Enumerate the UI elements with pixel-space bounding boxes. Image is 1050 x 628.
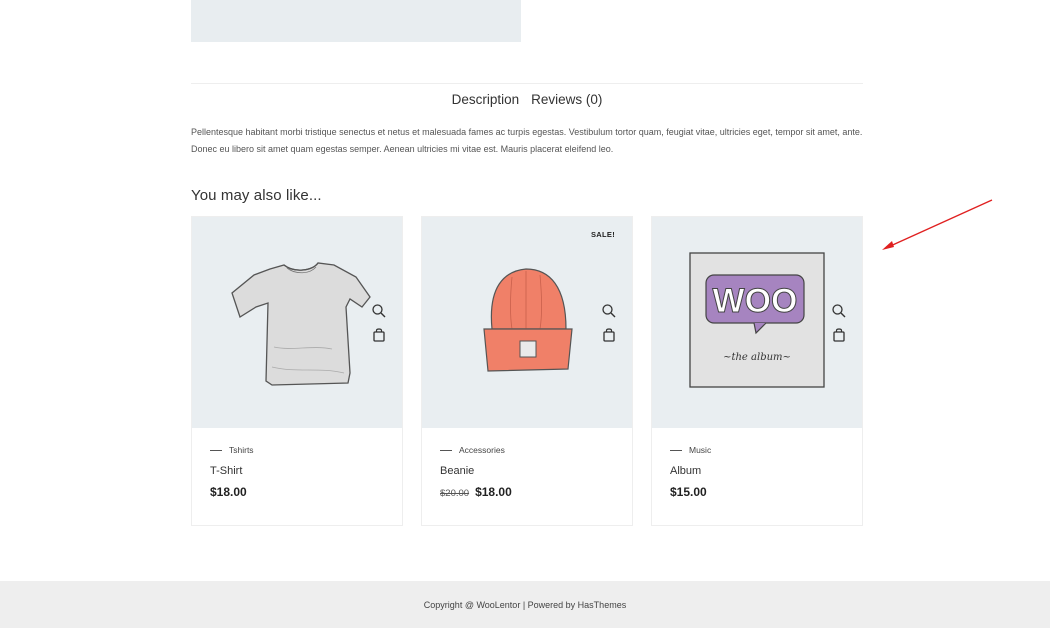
current-price: $15.00 <box>670 485 707 499</box>
related-products-title: You may also like... <box>191 187 322 204</box>
product-price: $18.00 <box>210 485 390 499</box>
product-category[interactable]: Accessories <box>440 445 620 455</box>
product-card-beanie: SALE! Accessories Beanie $20.00 $18.00 <box>421 216 633 526</box>
product-main-image <box>191 0 521 42</box>
product-info: Tshirts T-Shirt $18.00 <box>210 445 390 499</box>
product-tabs: Description Reviews (0) <box>191 90 863 110</box>
product-category[interactable]: Music <box>670 445 850 455</box>
add-to-cart-icon[interactable] <box>371 327 387 343</box>
beanie-image <box>483 268 573 372</box>
product-name[interactable]: Beanie <box>440 465 620 477</box>
product-card-tshirt: Tshirts T-Shirt $18.00 <box>191 216 403 526</box>
related-products-grid: Tshirts T-Shirt $18.00 SALE! Accessories… <box>191 216 863 526</box>
add-to-cart-icon[interactable] <box>831 327 847 343</box>
product-name[interactable]: T-Shirt <box>210 465 390 477</box>
product-card-album: WOO ~the album~ Music Album $15.00 <box>651 216 863 526</box>
album-subtitle-text: ~the album~ <box>723 352 791 363</box>
current-price: $18.00 <box>210 485 247 499</box>
tabs-divider <box>191 83 863 84</box>
album-logo-text: WOO <box>713 282 798 320</box>
category-label[interactable]: Tshirts <box>229 445 254 455</box>
add-to-cart-icon[interactable] <box>601 327 617 343</box>
sale-price: $18.00 <box>475 485 512 499</box>
product-thumb[interactable]: SALE! <box>422 217 632 428</box>
product-category[interactable]: Tshirts <box>210 445 390 455</box>
product-thumb[interactable]: WOO ~the album~ <box>652 217 862 428</box>
product-thumb[interactable] <box>192 217 402 428</box>
quick-view-icon[interactable] <box>831 303 847 319</box>
product-info: Music Album $15.00 <box>670 445 850 499</box>
category-label[interactable]: Music <box>689 445 711 455</box>
quick-view-icon[interactable] <box>371 303 387 319</box>
description-text: Pellentesque habitant morbi tristique se… <box>191 127 863 154</box>
category-label[interactable]: Accessories <box>459 445 505 455</box>
category-dash <box>440 449 452 451</box>
product-name[interactable]: Album <box>670 465 850 477</box>
tab-reviews[interactable]: Reviews (0) <box>531 90 602 110</box>
album-image: WOO ~the album~ <box>689 252 825 388</box>
regular-price: $20.00 <box>440 488 470 499</box>
category-dash <box>670 449 682 451</box>
site-footer: Copyright @ WooLentor | Powered by HasTh… <box>0 581 1050 628</box>
sale-badge: SALE! <box>591 230 615 239</box>
product-info: Accessories Beanie $20.00 $18.00 <box>440 445 620 499</box>
tshirt-image <box>231 262 371 386</box>
product-price: $15.00 <box>670 485 850 499</box>
product-price: $20.00 $18.00 <box>440 485 620 499</box>
tab-description[interactable]: Description <box>452 90 520 110</box>
category-dash <box>210 449 222 451</box>
quick-view-icon[interactable] <box>601 303 617 319</box>
annotation-arrow-icon <box>882 199 993 250</box>
footer-copyright: Copyright @ WooLentor | Powered by HasTh… <box>423 599 627 610</box>
